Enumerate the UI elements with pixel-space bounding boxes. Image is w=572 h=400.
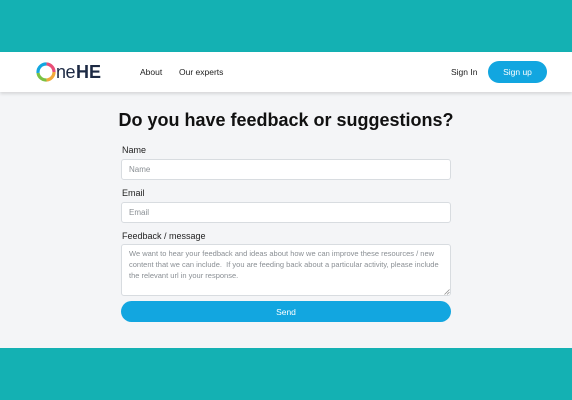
feedback-label: Feedback / message xyxy=(122,231,206,241)
sign-in-link[interactable]: Sign In xyxy=(451,66,477,78)
bottom-background-band xyxy=(0,348,572,400)
page-content: ne HE About Our experts Sign In Sign up … xyxy=(0,52,572,348)
name-input[interactable] xyxy=(121,159,451,180)
email-label: Email xyxy=(122,188,145,198)
navbar: ne HE About Our experts Sign In Sign up xyxy=(0,52,572,92)
send-button[interactable]: Send xyxy=(121,301,451,322)
page-title: Do you have feedback or suggestions? xyxy=(118,110,454,130)
nav-link-our-experts[interactable]: Our experts xyxy=(179,66,223,78)
name-label: Name xyxy=(122,145,147,155)
top-background-band xyxy=(0,0,572,52)
resize-handle-icon[interactable] xyxy=(444,289,450,295)
email-input[interactable] xyxy=(121,202,451,223)
logo-text-he: HE xyxy=(76,62,102,82)
sign-up-button[interactable]: Sign up xyxy=(488,61,547,83)
onehe-logo[interactable]: ne HE xyxy=(35,60,101,84)
nav-link-about[interactable]: About xyxy=(140,66,162,78)
logo-ring-icon xyxy=(36,62,56,82)
logo-text-ne: ne xyxy=(56,62,76,82)
feedback-textarea[interactable] xyxy=(121,244,451,296)
